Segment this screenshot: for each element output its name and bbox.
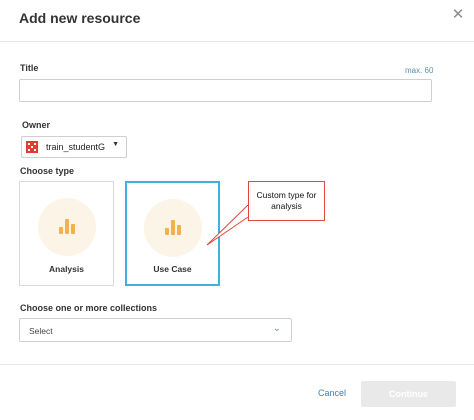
modal-title: Add new resource: [19, 10, 141, 26]
owner-select[interactable]: train_studentG ▼: [21, 136, 127, 158]
callout-line-1: Custom type for: [256, 190, 317, 200]
use-case-icon-circle: [143, 199, 202, 257]
chevron-down-icon: ⌄: [272, 323, 281, 334]
annotation-callout: Custom type for analysis: [248, 181, 325, 221]
close-icon[interactable]: ✕: [450, 7, 466, 23]
bar-chart-icon: [58, 219, 75, 234]
collections-label: Choose one or more collections: [20, 303, 158, 313]
type-card-label: Use Case: [153, 264, 192, 274]
choose-type-label: Choose type: [20, 166, 75, 176]
callout-line-2: analysis: [271, 201, 302, 211]
type-card-analysis[interactable]: Analysis: [19, 181, 114, 286]
title-input[interactable]: [19, 79, 432, 102]
collections-selected-value: Select: [29, 326, 53, 336]
bar-chart-icon: [164, 220, 181, 235]
title-max-hint: max. 60: [405, 66, 434, 75]
owner-avatar-icon: [26, 141, 38, 153]
type-card-label: Analysis: [49, 264, 84, 274]
owner-label: Owner: [22, 120, 51, 130]
title-label: Title: [20, 63, 39, 73]
analysis-icon-circle: [37, 198, 96, 256]
collections-select[interactable]: Select ⌄: [19, 318, 292, 342]
continue-button[interactable]: Continue: [361, 381, 456, 407]
header-divider: [0, 41, 474, 42]
owner-selected-value: train_studentG: [46, 142, 106, 152]
footer-divider: [0, 364, 474, 365]
caret-down-icon: ▼: [112, 141, 119, 148]
cancel-button[interactable]: Cancel: [318, 388, 346, 398]
